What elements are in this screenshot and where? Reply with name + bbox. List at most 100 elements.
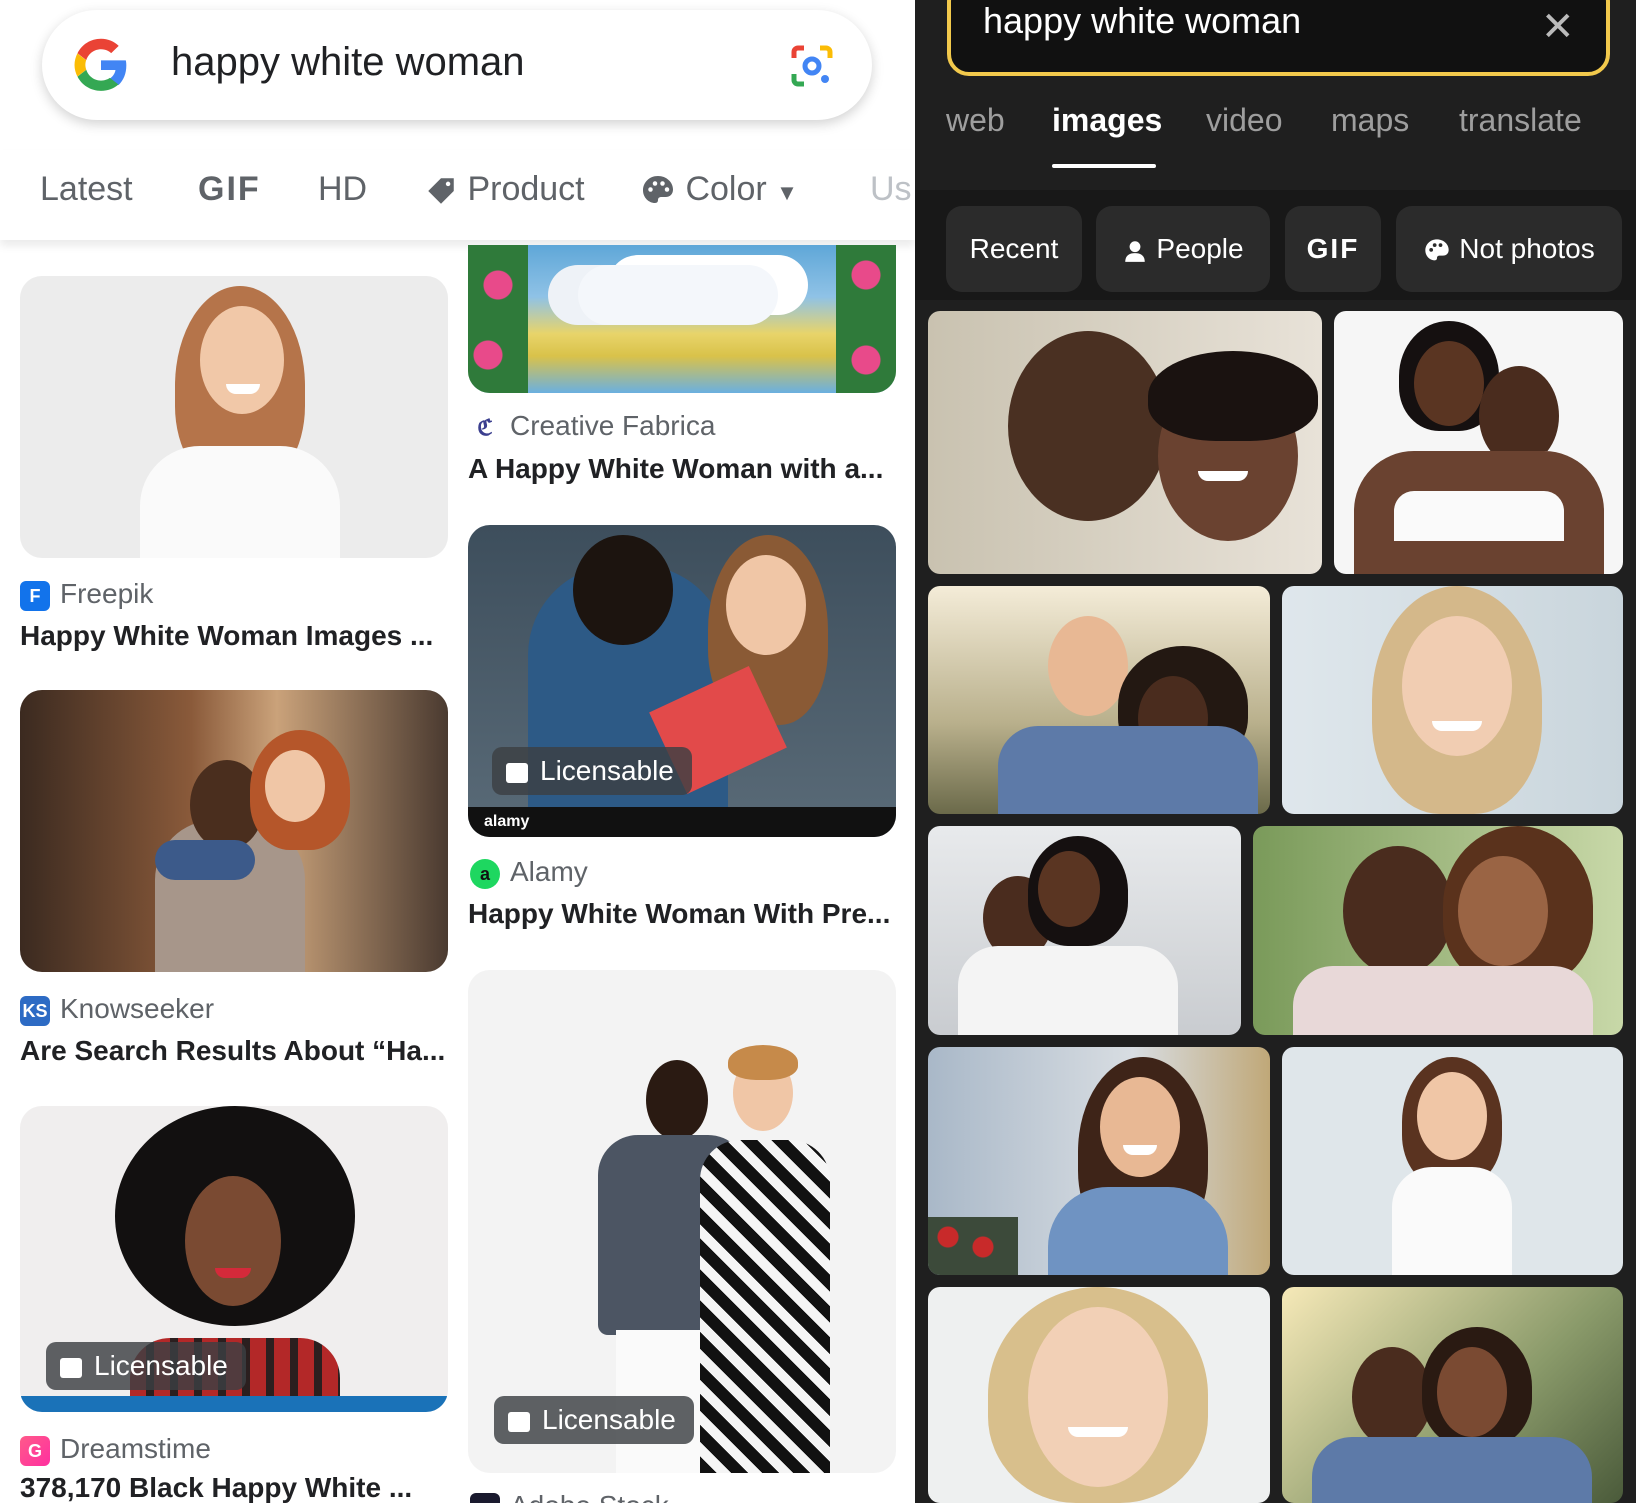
filter-bar: Recent People GIF Not photos [915, 190, 1636, 300]
result-source[interactable]: ℭ Creative Fabrica [470, 410, 715, 443]
active-tab-indicator [1052, 164, 1156, 168]
shirts [958, 946, 1178, 1035]
palette-icon [1425, 238, 1449, 260]
shirts [1293, 966, 1593, 1035]
tab-images[interactable]: images [1052, 102, 1162, 139]
filter-product[interactable]: Product [424, 170, 585, 209]
result-source[interactable]: Adobe Stock [470, 1490, 669, 1503]
google-images-panel: happy white woman Latest GIF HD Product … [0, 0, 915, 1503]
woman-face [265, 750, 325, 822]
filter-bar: Latest GIF HD Product Color ▼ Us [0, 150, 915, 240]
man-face [1343, 846, 1453, 976]
result-title[interactable]: 378,170 Black Happy White ... [20, 1472, 412, 1503]
filter-us[interactable]: Us [870, 170, 912, 209]
result-image-creative-fabrica[interactable] [468, 245, 896, 393]
result-image-freepik[interactable] [20, 276, 448, 558]
filter-product-label: Product [467, 170, 585, 208]
dark-search-panel: happy white woman ✕ web images video map… [915, 0, 1636, 1503]
search-query[interactable]: happy white woman [171, 40, 525, 85]
blue-bar [20, 1396, 448, 1412]
image-result[interactable] [928, 586, 1270, 814]
result-source[interactable]: a Alamy [470, 856, 588, 889]
tab-web[interactable]: web [946, 102, 1005, 139]
shirts [1354, 451, 1604, 574]
image-result[interactable] [1282, 1047, 1623, 1275]
search-bar[interactable]: happy white woman [42, 10, 872, 120]
woman-face [185, 1176, 281, 1306]
tag-icon [428, 178, 454, 204]
red-flowers [928, 1217, 1018, 1275]
image-result[interactable] [928, 1047, 1270, 1275]
chevron-down-icon: ▼ [776, 180, 798, 205]
woman-legs [155, 840, 255, 880]
knowseeker-icon: KS [20, 995, 50, 1026]
chip-people[interactable]: People [1096, 206, 1270, 292]
flower-left [468, 245, 528, 393]
result-title[interactable]: Happy White Woman With Pre... [468, 898, 890, 930]
filter-hd[interactable]: HD [318, 170, 367, 209]
result-image-knowseeker[interactable] [20, 690, 448, 972]
chip-recent[interactable]: Recent [946, 206, 1082, 292]
white-top [1392, 1167, 1512, 1275]
image-result[interactable] [1282, 586, 1623, 814]
image-result[interactable] [928, 311, 1322, 574]
google-lens-icon[interactable] [788, 42, 836, 90]
tab-translate[interactable]: translate [1459, 102, 1582, 139]
man-face [1048, 616, 1128, 716]
woman-hair [728, 1045, 798, 1080]
woman-face [1100, 1077, 1180, 1177]
tab-video[interactable]: video [1206, 102, 1283, 139]
search-bar[interactable]: happy white woman ✕ [947, 0, 1610, 76]
woman-hair [1148, 351, 1318, 441]
licensable-badge: Licensable [494, 1396, 694, 1444]
smile [1123, 1145, 1157, 1155]
image-result[interactable] [1334, 311, 1623, 574]
image-result[interactable] [1282, 1287, 1623, 1503]
woman-face [1402, 616, 1512, 756]
result-image-alamy[interactable]: alamy Licensable [468, 525, 896, 837]
adobe-stock-icon [470, 1492, 500, 1503]
close-icon[interactable]: ✕ [1541, 4, 1575, 50]
man-face [1008, 331, 1168, 521]
result-title[interactable]: Are Search Results About “Ha... [20, 1035, 445, 1067]
person-icon [1125, 240, 1146, 262]
woman-face [1038, 851, 1100, 927]
image-result[interactable] [928, 1287, 1270, 1503]
result-image-adobe-stock[interactable]: Licensable [468, 970, 896, 1473]
result-source[interactable]: G Dreamstime [20, 1433, 211, 1466]
image-result[interactable] [928, 826, 1241, 1035]
result-title[interactable]: A Happy White Woman with a... [468, 453, 883, 485]
patterned-dress [700, 1140, 830, 1473]
smile [1198, 471, 1248, 481]
image-icon [60, 1357, 82, 1378]
result-title[interactable]: Happy White Woman Images ... [20, 620, 433, 652]
man-head [573, 535, 673, 645]
woman-face [1437, 1347, 1507, 1437]
dreamstime-icon: G [20, 1435, 50, 1466]
watermark-bar: alamy [468, 807, 896, 837]
man-face [646, 1060, 708, 1140]
white-shirt [140, 446, 340, 558]
google-logo-icon [74, 38, 127, 91]
filter-color-label: Color [685, 170, 767, 208]
result-source[interactable]: F Freepik [20, 578, 153, 611]
creative-fabrica-icon: ℭ [470, 412, 500, 443]
red-lips [215, 1268, 251, 1278]
filter-latest[interactable]: Latest [40, 170, 133, 209]
freepik-icon: F [20, 580, 50, 611]
tab-bar: web images video maps translate [915, 90, 1636, 180]
tab-maps[interactable]: maps [1331, 102, 1409, 139]
chip-not-photos[interactable]: Not photos [1396, 206, 1622, 292]
shirts [1312, 1437, 1592, 1503]
chip-gif[interactable]: GIF [1285, 206, 1381, 292]
filter-gif[interactable]: GIF [198, 170, 261, 209]
woman-face [1028, 1307, 1168, 1487]
woman-face [1414, 341, 1484, 426]
filter-color[interactable]: Color ▼ [640, 170, 798, 209]
smile [1068, 1427, 1128, 1437]
result-source[interactable]: KS Knowseeker [20, 993, 214, 1026]
result-image-dreamstime[interactable]: Licensable [20, 1106, 448, 1412]
search-query[interactable]: happy white woman [983, 0, 1301, 42]
image-result[interactable] [1253, 826, 1623, 1035]
image-icon [508, 1411, 530, 1432]
